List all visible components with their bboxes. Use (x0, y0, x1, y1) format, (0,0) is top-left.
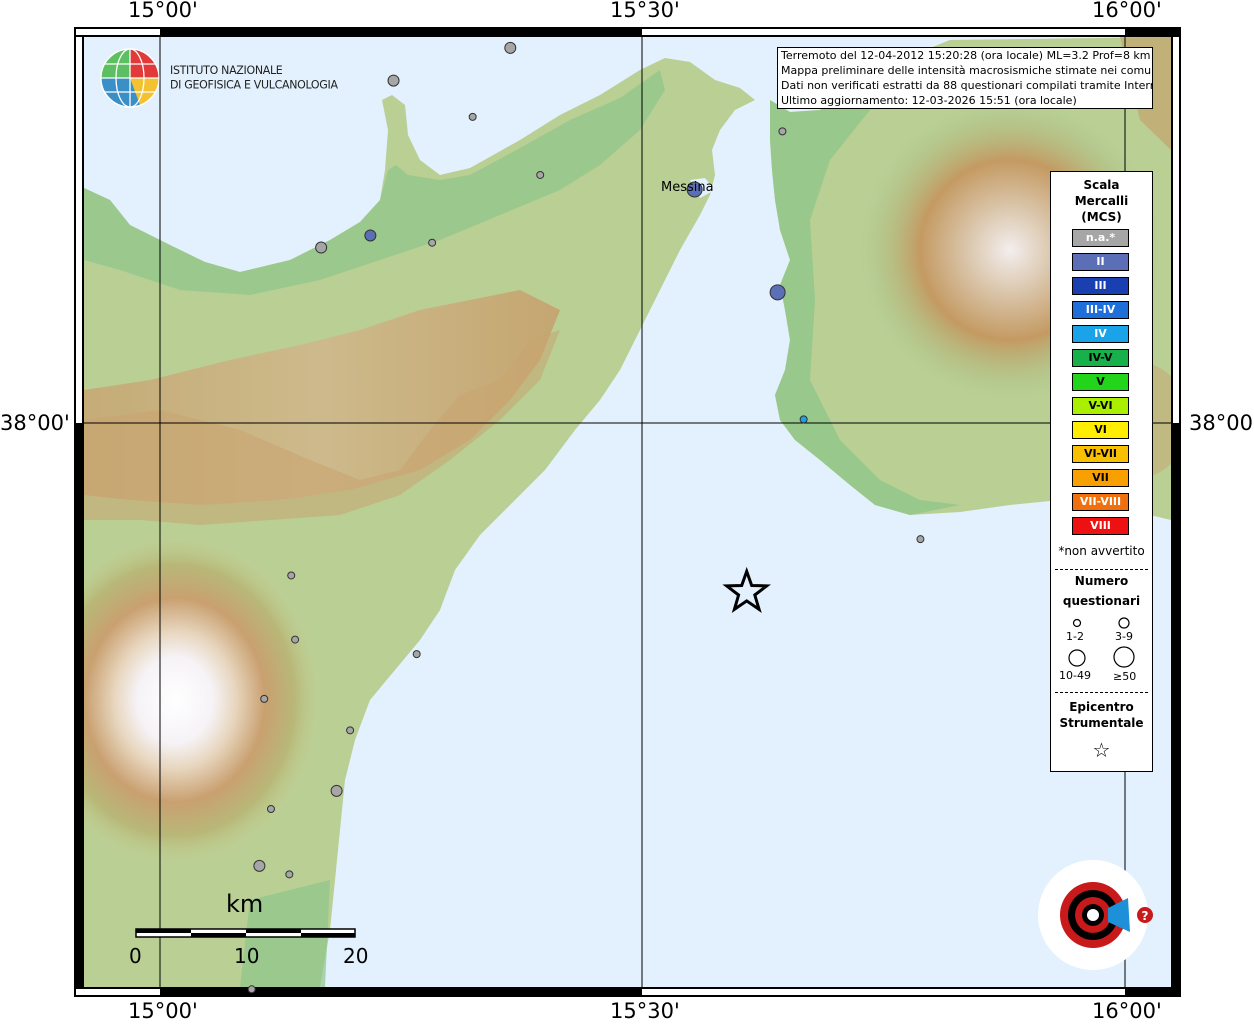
legend-class-na: n.a.* (1072, 229, 1129, 247)
intensity-point[interactable] (346, 726, 355, 735)
institute-line-1: ISTITUTO NAZIONALE (170, 63, 283, 77)
legend-class-iv: IV (1072, 325, 1129, 343)
intensity-point[interactable] (291, 635, 300, 644)
intensity-point[interactable] (315, 241, 328, 254)
event-info-line-2: Mappa preliminare delle intensità macros… (781, 64, 1153, 77)
ingv-logo-icon (100, 48, 160, 108)
legend-divider (1055, 569, 1148, 570)
legend-divider-2 (1055, 692, 1148, 693)
intensity-point[interactable] (769, 284, 786, 301)
legend-class-iv-v: IV-V (1072, 349, 1129, 367)
scale-tick-10: 10 (234, 944, 260, 968)
legend-size-label-2: 3-9 (1115, 630, 1133, 643)
intensity-point[interactable] (253, 859, 266, 872)
intensity-point[interactable] (799, 415, 808, 424)
legend-class-viii: VIII (1072, 517, 1129, 535)
axis-lon-bottom-1: 15°00' (128, 999, 198, 1023)
intensity-point[interactable] (287, 571, 296, 580)
intensity-point[interactable] (260, 694, 269, 703)
legend-class-iii: III (1072, 277, 1129, 295)
intensity-point[interactable] (504, 41, 517, 54)
terrain (84, 37, 1171, 987)
legend-not-felt-note: *non avvertito (1058, 544, 1145, 558)
legend-size-label-4: ≥50 (1113, 670, 1137, 683)
intensity-point[interactable] (536, 170, 545, 179)
legend-epicenter-2: Strumentale (1059, 716, 1144, 730)
legend-title-line-2: Mercalli (1074, 194, 1129, 208)
institute-name: ISTITUTO NAZIONALE DI GEOFISICA E VULCAN… (170, 63, 338, 92)
event-info-line-3: Dati non verificati estratti da 88 quest… (781, 79, 1153, 92)
axis-lon-top-2: 15°30' (610, 0, 680, 22)
axis-lon-top-1: 15°00' (128, 0, 198, 22)
legend-title-line-3: (MCS) (1081, 210, 1122, 224)
legend-class-v-vi: V-VI (1072, 397, 1129, 415)
legend-size-label-3: 10-49 (1059, 669, 1091, 682)
legend-class-vi-vii: VI-VII (1072, 445, 1129, 463)
intensity-point[interactable] (247, 985, 256, 994)
legend-class-ii: II (1072, 253, 1129, 271)
legend-star-icon: ☆ (1092, 738, 1111, 762)
scale-tick-20: 20 (343, 944, 369, 968)
intensity-point[interactable] (330, 784, 343, 797)
scale-bar (135, 928, 356, 938)
axis-lon-bottom-3: 16°00' (1092, 999, 1162, 1023)
intensity-point[interactable] (285, 870, 294, 879)
scale-tick-0: 0 (129, 944, 142, 968)
intensity-point[interactable] (778, 127, 787, 136)
svg-text:?: ? (1142, 909, 1149, 923)
axis-lon-top-3: 16°00' (1092, 0, 1162, 22)
institute-line-2: DI GEOFISICA E VULCANOLOGIA (170, 78, 338, 92)
event-info-line-4: Ultimo aggiornamento: 12-03-2026 15:51 (… (781, 94, 1077, 107)
scale-unit: km (226, 890, 264, 918)
event-info-line-1: Terremoto del 12-04-2012 15:20:28 (ora l… (781, 49, 1151, 62)
intensity-point[interactable] (266, 804, 275, 813)
city-label-messina: Messina (661, 180, 714, 195)
intensity-point[interactable] (916, 535, 925, 544)
axis-lat-left: 38°00' (0, 411, 70, 435)
intensity-point[interactable] (468, 112, 477, 121)
axis-lat-right: 38°00' (1189, 411, 1254, 435)
legend-size-label-1: 1-2 (1066, 630, 1084, 643)
size-symbol-10-49 (1068, 649, 1086, 667)
intensity-point[interactable] (364, 229, 377, 242)
legend-title: Scala Mercalli (MCS) (1051, 177, 1152, 225)
intensity-point[interactable] (428, 238, 437, 247)
size-symbol-50 (1113, 646, 1135, 668)
legend-class-vi: VI (1072, 421, 1129, 439)
legend-class-iii-iv: III-IV (1072, 301, 1129, 319)
legend-count-title-2: questionari (1062, 594, 1141, 608)
intensity-point[interactable] (387, 74, 400, 87)
legend-title-line-1: Scala (1083, 178, 1120, 192)
axis-lon-bottom-2: 15°30' (610, 999, 680, 1023)
legend-epicenter-1: Epicentro (1069, 700, 1134, 714)
legend-count-title-1: Numero (1074, 574, 1129, 588)
legend-class-vii-viii: VII-VIII (1072, 493, 1129, 511)
intensity-point[interactable] (412, 650, 421, 659)
event-info-box: Terremoto del 12-04-2012 15:20:28 (ora l… (777, 47, 1153, 109)
legend-class-v: V (1072, 373, 1129, 391)
size-symbol-3-9 (1118, 617, 1130, 629)
size-symbol-1-2 (1072, 618, 1082, 628)
legend: Scala Mercalli (MCS) n.a.* II III III-IV IV I… (1050, 171, 1153, 772)
legend-class-vii: VII (1072, 469, 1129, 487)
